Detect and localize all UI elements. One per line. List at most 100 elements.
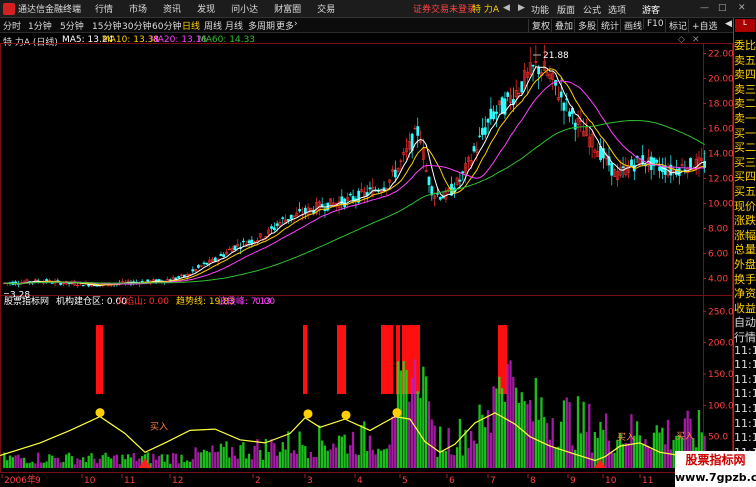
menu-layout[interactable]: 版面: [557, 3, 575, 16]
adjust-button[interactable]: 复权: [528, 19, 550, 32]
indicator-hist-bar: [323, 445, 327, 468]
period-monthly[interactable]: 月线: [225, 19, 243, 32]
more-arrow-icon[interactable]: ›: [294, 19, 298, 29]
indicator-hist-bar: [346, 453, 349, 468]
indicator-hist-bar: [81, 457, 85, 468]
watermark-title: 股票指标网: [675, 451, 756, 469]
menu-formula[interactable]: 公式: [583, 3, 601, 16]
buy-signal-label: 买入: [150, 422, 168, 433]
add-watchlist-button[interactable]: +自选: [688, 19, 718, 32]
candle-body: [177, 276, 181, 278]
indicator-tail-value: 0.00: [255, 297, 275, 307]
indicator-hist-bar: [309, 451, 313, 468]
period-weekly[interactable]: 周线: [204, 19, 222, 32]
indicator-hist-bar: [422, 366, 425, 468]
maximize-icon[interactable]: □: [718, 3, 727, 13]
indicator-hist-bar: [354, 454, 358, 468]
indicator-hist-bar: [554, 447, 557, 468]
indicator-hist-bar: [90, 453, 93, 468]
indicator-hist-bar: [430, 419, 433, 468]
indicator-hist-bar: [73, 464, 76, 468]
indicator-hist-bar: [576, 396, 580, 468]
close-icon[interactable]: ✕: [738, 3, 746, 13]
candle-body: [174, 277, 178, 280]
candle-body: [562, 102, 566, 111]
time-axis-label: 4: [357, 476, 363, 486]
indicator-hist-bar: [53, 457, 57, 468]
draw-line-button[interactable]: 画线: [620, 19, 642, 32]
indicator-hist-bar: [669, 449, 672, 468]
indicator-hist-bar: [256, 439, 259, 468]
indicator-hist-bar: [42, 462, 45, 468]
indicator-hist-bar: [245, 458, 248, 468]
candle-body: [303, 207, 307, 214]
indicator-hist-bar: [157, 455, 161, 468]
sidebar-label: 委比: [734, 39, 756, 52]
indicator-hist-bar: [261, 459, 265, 468]
indicator-hist-bar: [169, 463, 172, 468]
period-tick[interactable]: 分时: [3, 19, 21, 32]
sidebar-label: 买四: [734, 170, 756, 184]
indicator-hist-bar: [48, 454, 51, 468]
indicator-hist-bar: [222, 446, 225, 468]
menu-wealth[interactable]: 财富圈: [274, 2, 301, 15]
sidebar-label: 涨跌: [734, 214, 756, 228]
indicator-hist-bar: [298, 431, 301, 468]
candle-body: [275, 223, 279, 226]
indicator-hist-bar: [188, 461, 192, 468]
period-15min[interactable]: 15分钟: [92, 19, 121, 32]
menu-ask[interactable]: 问小达: [231, 2, 258, 15]
indicator-hist-bar: [360, 425, 363, 468]
indicator-hist-bar: [36, 452, 40, 468]
candle-body: [489, 108, 493, 120]
menu-news[interactable]: 资讯: [163, 2, 181, 15]
menu-function[interactable]: 功能: [531, 3, 549, 16]
indicator-hist-bar: [433, 425, 436, 468]
period-5min[interactable]: 5分钟: [60, 19, 84, 32]
price-tick-label: 18.00: [708, 100, 733, 110]
indicator-hist-bar: [270, 439, 273, 468]
indicator-hist-bar: [62, 461, 65, 468]
menu-options[interactable]: 选项: [608, 3, 626, 16]
period-30min[interactable]: 30分钟: [122, 19, 151, 32]
period-1min[interactable]: 1分钟: [28, 19, 52, 32]
statistics-button[interactable]: 统计: [597, 19, 619, 32]
candle-body: [630, 159, 633, 167]
indicator-hist-bar: [475, 443, 478, 468]
period-daily[interactable]: 日线: [182, 19, 200, 32]
indicator-hist-bar: [205, 451, 208, 468]
candle-body: [531, 64, 535, 67]
guest-label[interactable]: 游客: [642, 3, 660, 16]
indicator-hist-bar: [529, 400, 532, 468]
candle-body: [242, 240, 245, 243]
nav-forward-icon[interactable]: ▶: [518, 3, 525, 13]
f10-button[interactable]: F10: [643, 19, 664, 29]
mark-button[interactable]: 标记: [665, 19, 687, 32]
menu-quotes[interactable]: 行情: [95, 2, 113, 15]
indicator-hist-bar: [118, 464, 121, 468]
period-more[interactable]: 更多: [276, 19, 294, 32]
indicator-hist-bar: [391, 416, 394, 468]
indicator-hist-bar: [385, 448, 388, 468]
indicator-hist-bar: [292, 450, 296, 468]
multi-stock-button[interactable]: 多股: [574, 19, 596, 32]
period-60min[interactable]: 60分钟: [152, 19, 181, 32]
indicator-hist-bar: [351, 431, 355, 468]
menu-discover[interactable]: 发现: [197, 2, 215, 15]
nav-back-icon[interactable]: ◀: [503, 3, 510, 13]
menu-trade[interactable]: 交易: [317, 2, 335, 15]
overlay-button[interactable]: 叠加: [551, 19, 573, 32]
panel-back-icon[interactable]: ◀: [722, 19, 732, 29]
menu-market[interactable]: 市场: [129, 2, 147, 15]
time-axis-label: 10: [84, 476, 96, 486]
indicator-hist-bar: [84, 462, 88, 468]
period-multi[interactable]: 多周期: [248, 19, 275, 32]
time-axis-label: 8: [530, 476, 536, 486]
indicator-hist-bar: [613, 452, 616, 468]
indicator-value-label: 火焰山: 0.00: [116, 295, 169, 307]
indicator-hist-bar: [65, 454, 68, 468]
login-notice[interactable]: 证券交易未登录: [413, 2, 476, 15]
chart-area[interactable]: 特 力A (日线) MA5: 13.24 MA10: 13.38 MA20: 1…: [0, 33, 733, 487]
candle-body: [348, 193, 352, 196]
minimize-icon[interactable]: —: [700, 3, 709, 13]
